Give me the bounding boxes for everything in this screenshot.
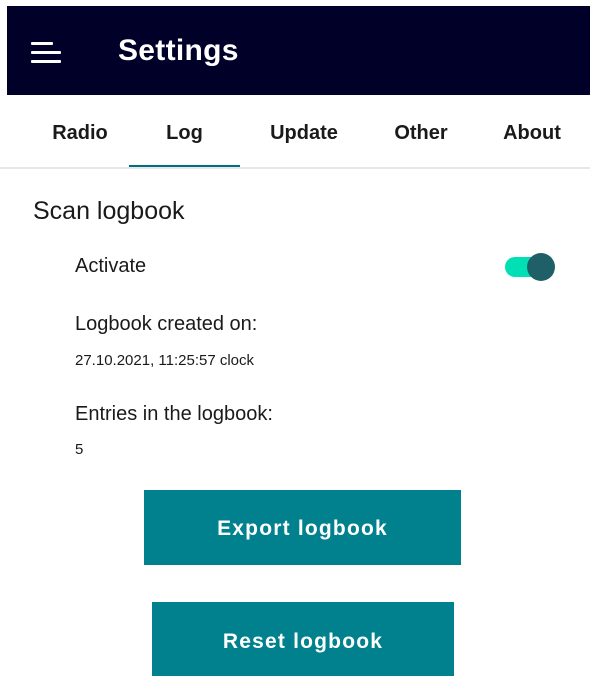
entries-value: 5 (75, 441, 84, 458)
reset-logbook-button[interactable]: Reset logbook (152, 602, 454, 676)
tab-divider (0, 167, 590, 169)
page-title: Settings (118, 34, 239, 67)
export-logbook-button[interactable]: Export logbook (144, 490, 461, 565)
hamburger-menu-icon[interactable] (31, 42, 61, 64)
tab-log[interactable]: Log (129, 95, 240, 168)
tab-other[interactable]: Other (375, 95, 467, 167)
app-bar: Settings (7, 6, 590, 95)
activate-toggle[interactable] (505, 253, 555, 281)
logbook-created-value: 27.10.2021, 11:25:57 clock (75, 352, 255, 369)
tab-radio[interactable]: Radio (30, 95, 130, 167)
section-title: Scan logbook (33, 197, 185, 225)
tab-update[interactable]: Update (246, 95, 362, 167)
entries-label: Entries in the logbook: (75, 403, 273, 425)
toggle-thumb (527, 253, 555, 281)
tab-about[interactable]: About (487, 95, 577, 167)
logbook-created-label: Logbook created on: (75, 313, 258, 335)
tab-bar: Radio Log Update Other About (0, 95, 590, 170)
activate-label: Activate (75, 255, 147, 277)
